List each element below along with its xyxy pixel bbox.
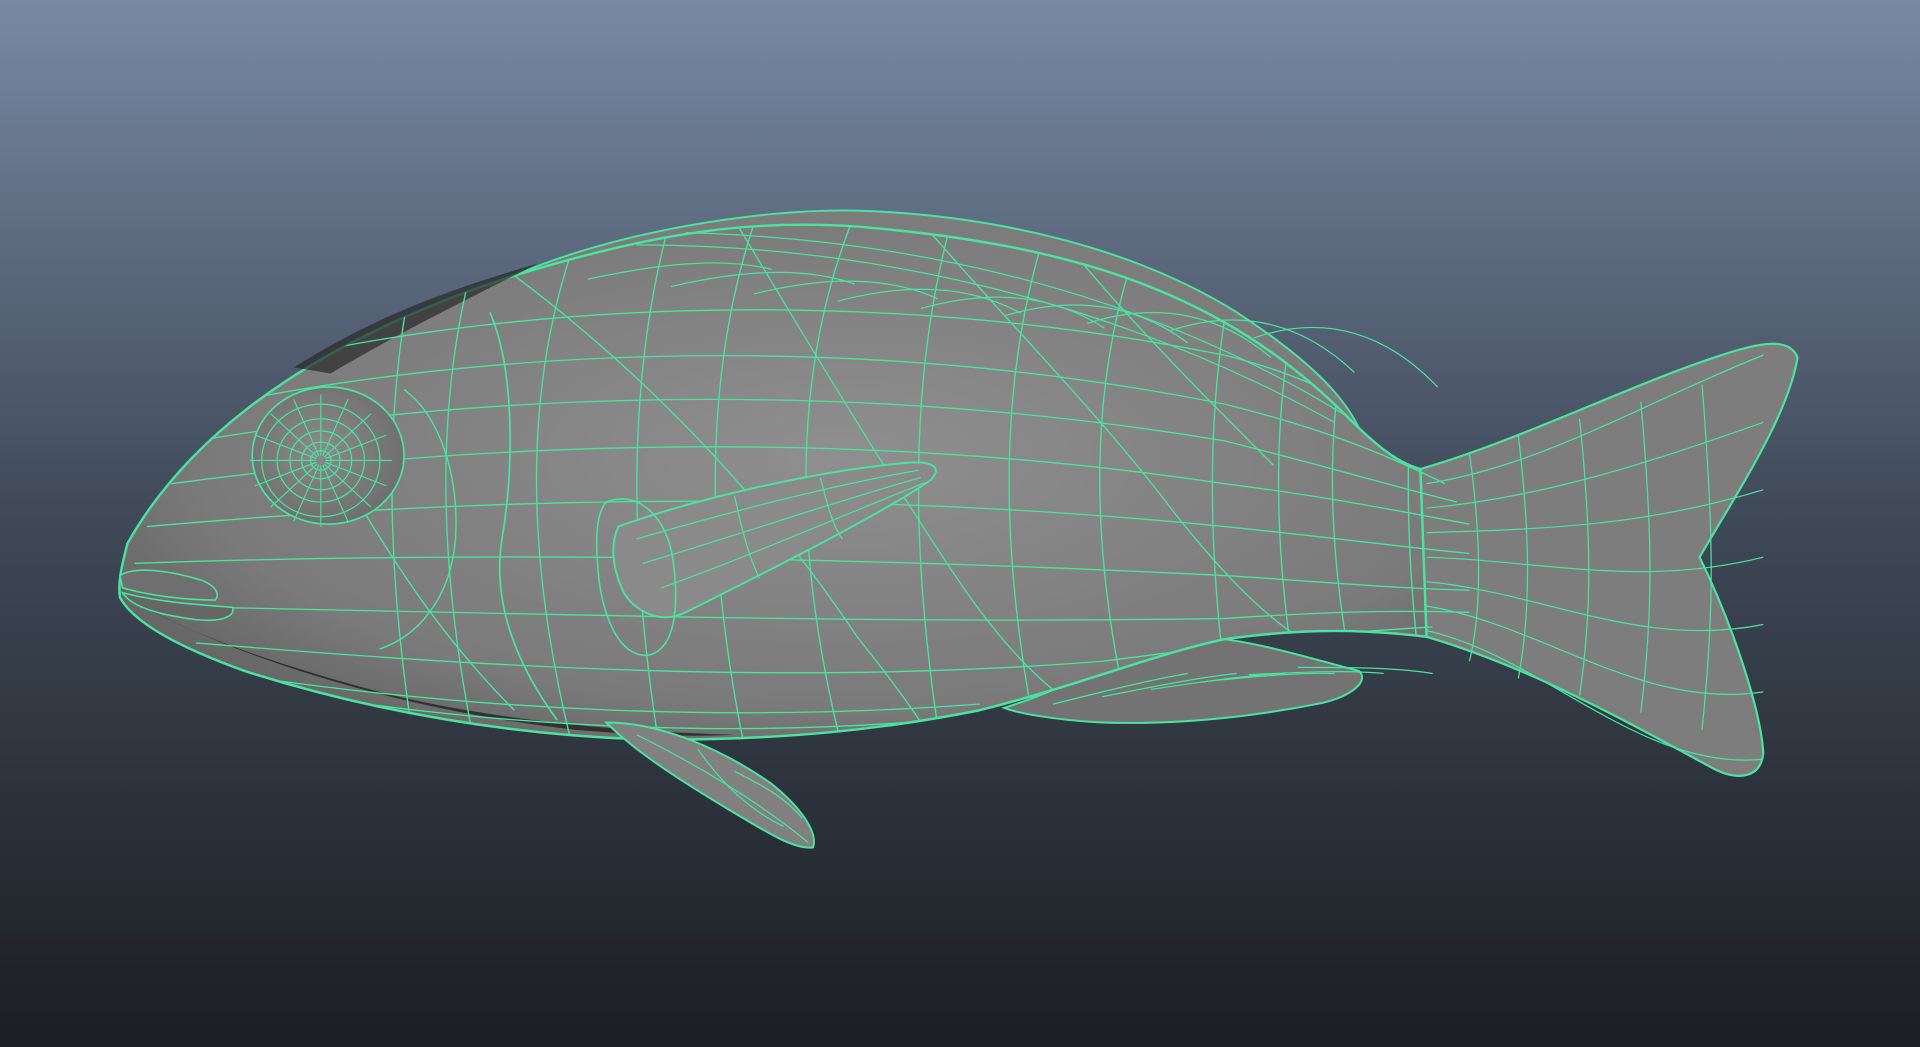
eye[interactable] [249, 386, 405, 527]
3d-viewport[interactable] [0, 0, 1920, 1047]
viewport-canvas[interactable] [0, 0, 1920, 1047]
